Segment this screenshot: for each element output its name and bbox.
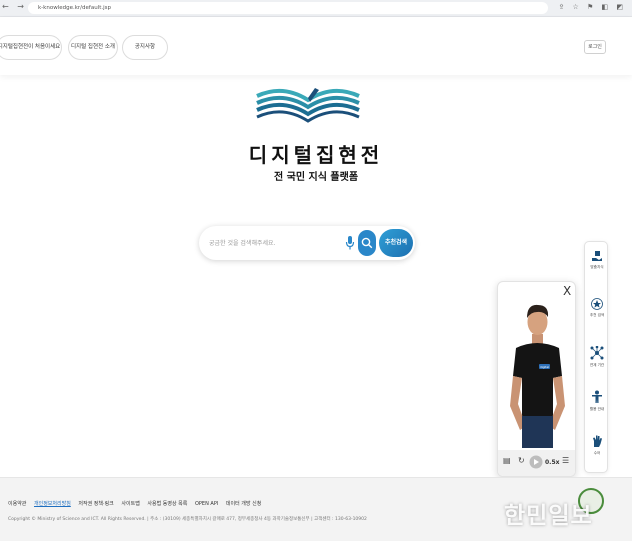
speed-value[interactable]: 0.5x [545, 459, 560, 466]
quick-menu: 맞춤지식 추천 검색 연계 기관 활용 안내 수어 [584, 241, 608, 473]
brand-tagline: 전 국민 지식 플랫폼 [273, 172, 359, 183]
browser-toolbar: ← → C k-knowledge.kr/default.jsp ⇪ ☆ ⚑ ◧… [0, 0, 632, 17]
address-bar[interactable]: k-knowledge.kr/default.jsp [28, 2, 548, 14]
quick-item-label: 맞춤지식 [590, 265, 604, 269]
settings-icon[interactable]: ☰ [562, 456, 569, 465]
star-icon [591, 298, 603, 310]
replay-icon[interactable]: ↻ [518, 456, 525, 465]
book-logo-icon[interactable] [255, 86, 361, 124]
recommend-search-button[interactable]: 추천검색 [379, 229, 413, 257]
quick-item-label: 연계 기관 [589, 363, 605, 367]
search-button[interactable] [358, 230, 376, 256]
search-icon [361, 237, 373, 249]
footer-link-terms[interactable]: 이용약관 [8, 501, 26, 507]
quick-item-sign-language[interactable]: 수어 [585, 434, 609, 456]
network-icon [590, 346, 604, 360]
sign-language-avatar-panel: X digital ▤ ↻ 0.5x ☰ [497, 281, 576, 477]
subtitle-icon[interactable]: ▤ [503, 456, 511, 465]
site-footer: 이용약관 개인정보처리방침 저작권 정책·링크 사이트맵 사용법 동영상 목록 … [0, 477, 632, 541]
quick-item-label: 활용 안내 [589, 407, 605, 411]
footer-link-privacy[interactable]: 개인정보처리방침 [34, 501, 71, 507]
search-input[interactable] [209, 236, 339, 250]
quick-item-guide[interactable]: 활용 안내 [585, 390, 609, 412]
footer-links: 이용약관 개인정보처리방침 저작권 정책·링크 사이트맵 사용법 동영상 목록 … [8, 500, 267, 507]
shirt-logo-text: digital [540, 365, 549, 369]
quick-item-linked-orgs[interactable]: 연계 기관 [585, 346, 609, 368]
notice-button[interactable]: 공지사항 [122, 35, 168, 60]
play-icon[interactable] [529, 455, 543, 469]
browser-tool-icons[interactable]: ⇪ ☆ ⚑ ◧ ◩ [558, 3, 626, 11]
footer-link-data-request[interactable]: 데이터 개방 신청 [226, 501, 261, 507]
sign-language-icon [593, 435, 602, 447]
avatar-figure: digital [510, 304, 565, 448]
brand-name: 디지털집현전 [248, 143, 384, 167]
quick-item-recommend[interactable]: 추천 검색 [585, 298, 609, 318]
footer-link-copyright[interactable]: 저작권 정책·링크 [78, 501, 113, 507]
footer-link-sitemap[interactable]: 사이트맵 [121, 501, 139, 507]
quick-item-label: 수어 [593, 451, 601, 455]
first-visit-button[interactable]: 디지털집현전이 처음이세요 [0, 35, 62, 60]
about-button[interactable]: 디지털 집현전 소개 [68, 35, 118, 60]
close-icon[interactable]: X [563, 285, 571, 297]
footer-link-videos[interactable]: 사용법 동영상 목록 [147, 501, 187, 507]
site-header: 디지털집현전이 처음이세요 디지털 집현전 소개 공지사항 로그인 [0, 17, 632, 75]
watermark: 한민일보 [504, 503, 593, 529]
search-box: 추천검색 [199, 226, 415, 260]
microphone-icon[interactable] [345, 235, 355, 251]
login-button[interactable]: 로그인 [584, 40, 606, 54]
copyright-text: Copyright © Ministry of Science and ICT.… [8, 517, 367, 522]
person-icon [592, 390, 602, 403]
quick-item-custom-knowledge[interactable]: 맞춤지식 [585, 250, 609, 270]
hand-book-icon [592, 251, 602, 261]
quick-item-label: 추천 검색 [589, 313, 605, 317]
footer-link-open-api[interactable]: OPEN API [195, 501, 218, 507]
avatar-controls: ▤ ↻ 0.5x ☰ [498, 450, 575, 476]
